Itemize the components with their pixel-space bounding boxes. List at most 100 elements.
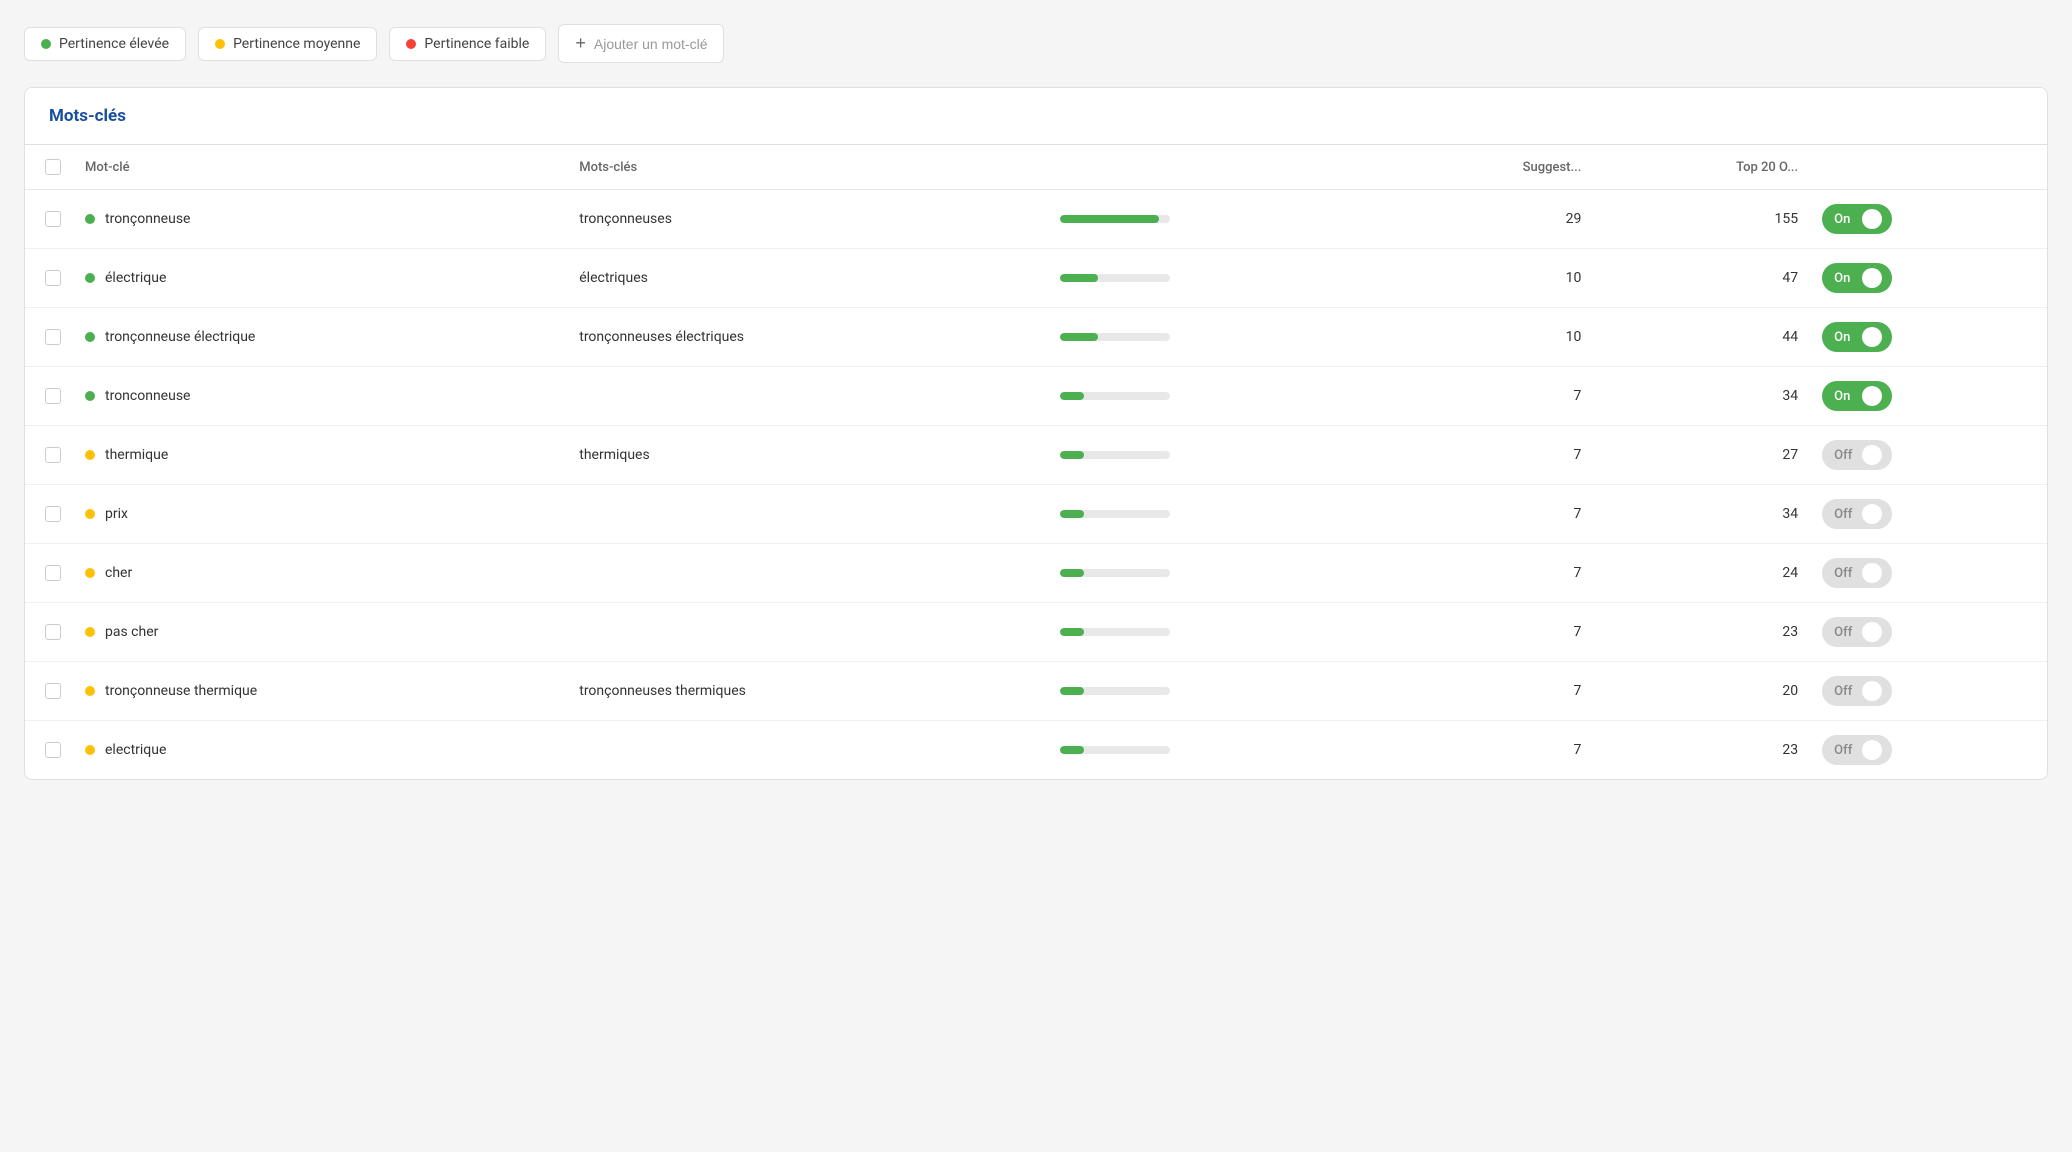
toggle-knob xyxy=(1862,740,1882,760)
row-toggle-cell: Off xyxy=(1810,662,2047,721)
header-keyword: Mot-clé xyxy=(73,145,567,190)
dot-yellow xyxy=(215,39,225,49)
row-checkbox[interactable] xyxy=(45,565,61,581)
row-bar xyxy=(1048,426,1386,485)
row-suggestions: 29 xyxy=(1385,190,1593,249)
row-top20: 34 xyxy=(1593,485,1810,544)
row-bar xyxy=(1048,308,1386,367)
row-bar xyxy=(1048,485,1386,544)
table-row: électriqueélectriques1047On xyxy=(25,249,2047,308)
add-keyword-button[interactable]: + Ajouter un mot-clé xyxy=(558,24,724,63)
row-toggle-cell: On xyxy=(1810,308,2047,367)
keywords-table-body: tronçonneusetronçonneuses29155Onélectriq… xyxy=(25,190,2047,780)
keywords-card: Mots-clés Mot-clé Mots-clés Suggest... T… xyxy=(24,87,2048,780)
row-checkbox[interactable] xyxy=(45,506,61,522)
legend-low: Pertinence faible xyxy=(389,27,546,61)
table-row: prix734Off xyxy=(25,485,2047,544)
relevance-dot xyxy=(85,214,95,224)
header-toggle-col xyxy=(1810,145,2047,190)
row-checkbox[interactable] xyxy=(45,329,61,345)
toggle-label: Off xyxy=(1834,566,1852,581)
row-keywords-plural xyxy=(567,485,1047,544)
toggle-knob xyxy=(1862,209,1882,229)
row-checkbox[interactable] xyxy=(45,388,61,404)
row-checkbox[interactable] xyxy=(45,211,61,227)
toggle-switch[interactable]: Off xyxy=(1822,499,1892,529)
row-keywords-plural xyxy=(567,544,1047,603)
toggle-label: On xyxy=(1834,271,1850,286)
row-suggestions: 7 xyxy=(1385,544,1593,603)
toggle-switch[interactable]: Off xyxy=(1822,558,1892,588)
row-toggle-cell: Off xyxy=(1810,544,2047,603)
toggle-knob xyxy=(1862,504,1882,524)
row-checkbox[interactable] xyxy=(45,447,61,463)
header-top20: Top 20 O... xyxy=(1593,145,1810,190)
row-top20: 155 xyxy=(1593,190,1810,249)
table-row: cher724Off xyxy=(25,544,2047,603)
toggle-label: Off xyxy=(1834,507,1852,522)
row-keywords-plural: tronçonneuses xyxy=(567,190,1047,249)
select-all-checkbox[interactable] xyxy=(45,159,61,175)
toggle-knob xyxy=(1862,445,1882,465)
row-keyword: prix xyxy=(73,485,567,544)
row-suggestions: 10 xyxy=(1385,308,1593,367)
toggle-knob xyxy=(1862,681,1882,701)
header-bar-col xyxy=(1048,145,1386,190)
table-row: thermiquethermiques727Off xyxy=(25,426,2047,485)
toggle-knob xyxy=(1862,268,1882,288)
plus-icon: + xyxy=(575,33,586,54)
row-top20: 23 xyxy=(1593,603,1810,662)
toggle-label: Off xyxy=(1834,625,1852,640)
row-bar xyxy=(1048,249,1386,308)
row-keyword: electrique xyxy=(73,721,567,780)
keywords-table: Mot-clé Mots-clés Suggest... Top 20 O...… xyxy=(25,145,2047,779)
row-keywords-plural: thermiques xyxy=(567,426,1047,485)
toggle-knob xyxy=(1862,386,1882,406)
legend-medium: Pertinence moyenne xyxy=(198,27,377,61)
row-checkbox[interactable] xyxy=(45,270,61,286)
toggle-label: On xyxy=(1834,330,1850,345)
toggle-switch[interactable]: Off xyxy=(1822,440,1892,470)
toggle-switch[interactable]: On xyxy=(1822,381,1892,411)
row-bar xyxy=(1048,190,1386,249)
toggle-label: Off xyxy=(1834,743,1852,758)
row-suggestions: 7 xyxy=(1385,662,1593,721)
table-row: tronconneuse734On xyxy=(25,367,2047,426)
dot-red xyxy=(406,39,416,49)
row-bar xyxy=(1048,603,1386,662)
table-row: tronçonneusetronçonneuses29155On xyxy=(25,190,2047,249)
legend-bar: Pertinence élevée Pertinence moyenne Per… xyxy=(24,24,2048,63)
table-row: tronçonneuse électriquetronçonneuses éle… xyxy=(25,308,2047,367)
toggle-switch[interactable]: Off xyxy=(1822,676,1892,706)
toggle-switch[interactable]: On xyxy=(1822,204,1892,234)
row-top20: 23 xyxy=(1593,721,1810,780)
row-keywords-plural xyxy=(567,721,1047,780)
row-checkbox[interactable] xyxy=(45,624,61,640)
add-keyword-placeholder: Ajouter un mot-clé xyxy=(594,36,708,52)
row-top20: 24 xyxy=(1593,544,1810,603)
row-checkbox[interactable] xyxy=(45,742,61,758)
toggle-knob xyxy=(1862,622,1882,642)
row-bar xyxy=(1048,721,1386,780)
legend-low-label: Pertinence faible xyxy=(424,36,529,52)
relevance-dot xyxy=(85,627,95,637)
row-toggle-cell: On xyxy=(1810,190,2047,249)
toggle-switch[interactable]: On xyxy=(1822,263,1892,293)
relevance-dot xyxy=(85,686,95,696)
row-keywords-plural: tronçonneuses thermiques xyxy=(567,662,1047,721)
relevance-dot xyxy=(85,509,95,519)
dot-green xyxy=(41,39,51,49)
card-title: Mots-clés xyxy=(25,88,2047,145)
header-keywords-plural: Mots-clés xyxy=(567,145,1047,190)
toggle-switch[interactable]: Off xyxy=(1822,735,1892,765)
toggle-switch[interactable]: On xyxy=(1822,322,1892,352)
row-top20: 27 xyxy=(1593,426,1810,485)
toggle-switch[interactable]: Off xyxy=(1822,617,1892,647)
row-keywords-plural xyxy=(567,367,1047,426)
row-checkbox[interactable] xyxy=(45,683,61,699)
legend-high: Pertinence élevée xyxy=(24,27,186,61)
row-keyword: tronçonneuse thermique xyxy=(73,662,567,721)
row-keyword: tronconneuse xyxy=(73,367,567,426)
row-suggestions: 10 xyxy=(1385,249,1593,308)
row-keywords-plural: électriques xyxy=(567,249,1047,308)
